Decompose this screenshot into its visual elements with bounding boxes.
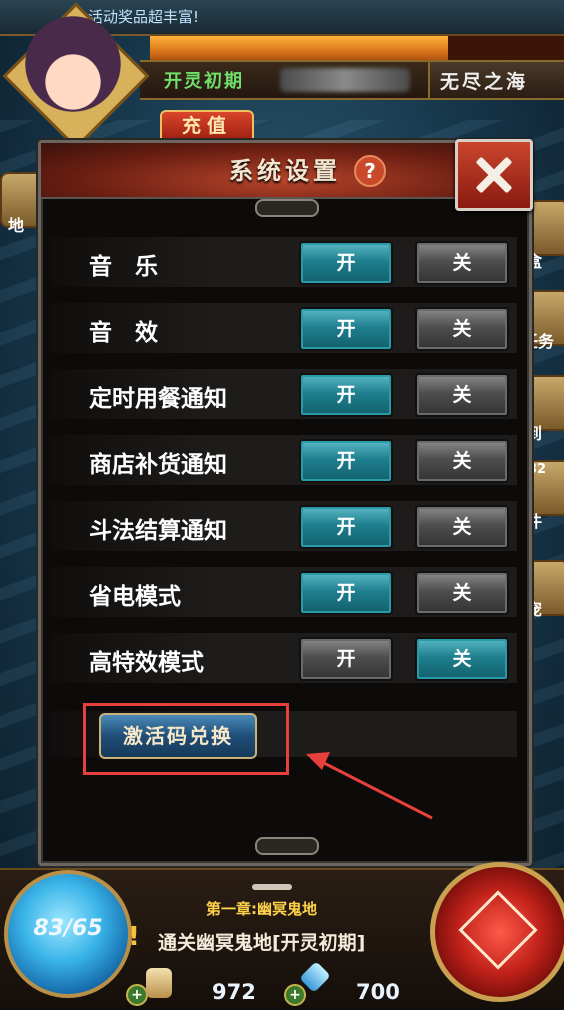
quest-label[interactable]: 通关幽冥鬼地[开灵初期] bbox=[158, 928, 365, 955]
annotation-arrow bbox=[306, 752, 433, 820]
energy-orb-text: 83/65 bbox=[33, 916, 103, 941]
alert-icon: ! bbox=[128, 922, 140, 952]
drag-handle[interactable] bbox=[252, 884, 292, 890]
currency2-value: 700 bbox=[356, 980, 400, 1004]
add-currency1-icon[interactable]: + bbox=[126, 984, 148, 1006]
add-currency2-icon[interactable]: + bbox=[284, 984, 306, 1006]
scroll-icon bbox=[146, 968, 172, 998]
chapter-label: 第一章:幽冥鬼地 bbox=[206, 900, 317, 918]
arrow-line bbox=[321, 760, 433, 820]
currency1-value: 972 bbox=[212, 980, 256, 1004]
arrow-head bbox=[306, 752, 330, 770]
